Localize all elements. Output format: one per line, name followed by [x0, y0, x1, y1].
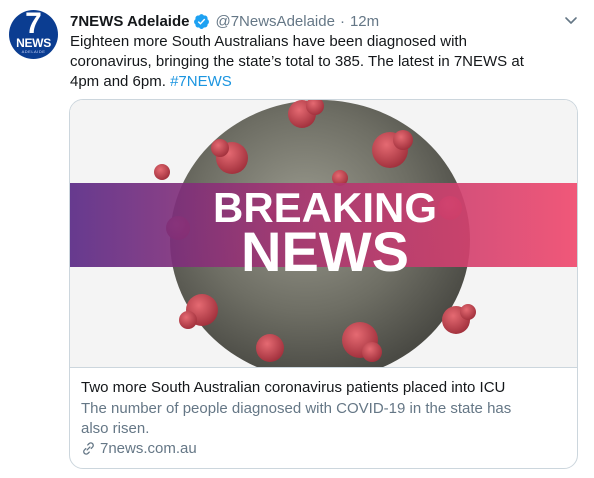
tweet-header: 7NEWS Adelaide @7NewsAdelaide · 12m: [70, 11, 379, 31]
card-description-line: also risen.: [81, 420, 150, 437]
tweet-text: Eighteen more South Australians have bee…: [70, 32, 580, 92]
breaking-news-image: BREAKING NEWS: [70, 100, 577, 367]
tweet-text-line: 4pm and 6pm. #7NEWS: [70, 72, 580, 92]
link-preview-card[interactable]: BREAKING NEWS Two more South Australian …: [69, 99, 578, 469]
author-handle[interactable]: @7NewsAdelaide: [215, 13, 334, 30]
chevron-down-icon[interactable]: [563, 12, 579, 28]
tweet-text-line: coronavirus, bringing the state’s total …: [70, 53, 524, 70]
card-image[interactable]: BREAKING NEWS: [70, 100, 577, 367]
author-name[interactable]: 7NEWS Adelaide: [70, 13, 189, 30]
news-headline: NEWS: [241, 220, 409, 283]
card-title[interactable]: Two more South Australian coronavirus pa…: [81, 378, 571, 398]
card-description: The number of people diagnosed with COVI…: [81, 399, 571, 439]
link-icon: [83, 442, 94, 455]
tweet-text-line: Eighteen more South Australians have bee…: [70, 33, 467, 50]
tweet-text-line-start: 4pm and 6pm.: [70, 73, 171, 90]
avatar-logo-subtext: ADELAIDE: [21, 49, 46, 54]
verified-badge-icon: [194, 13, 210, 29]
hashtag-link[interactable]: #7NEWS: [170, 73, 232, 90]
tweet: 7 NEWS ADELAIDE 7NEWS Adelaide @7NewsAde…: [0, 0, 594, 478]
card-description-line: The number of people diagnosed with COVI…: [81, 400, 512, 417]
avatar-logo-number: 7: [25, 10, 42, 40]
avatar[interactable]: 7 NEWS ADELAIDE: [9, 10, 58, 59]
card-divider: [70, 367, 577, 368]
avatar-logo-text: NEWS: [16, 36, 51, 50]
card-domain-text: 7news.com.au: [100, 440, 197, 457]
card-domain[interactable]: 7news.com.au: [81, 440, 197, 457]
tweet-timestamp[interactable]: 12m: [350, 13, 379, 30]
separator: ·: [339, 12, 345, 30]
